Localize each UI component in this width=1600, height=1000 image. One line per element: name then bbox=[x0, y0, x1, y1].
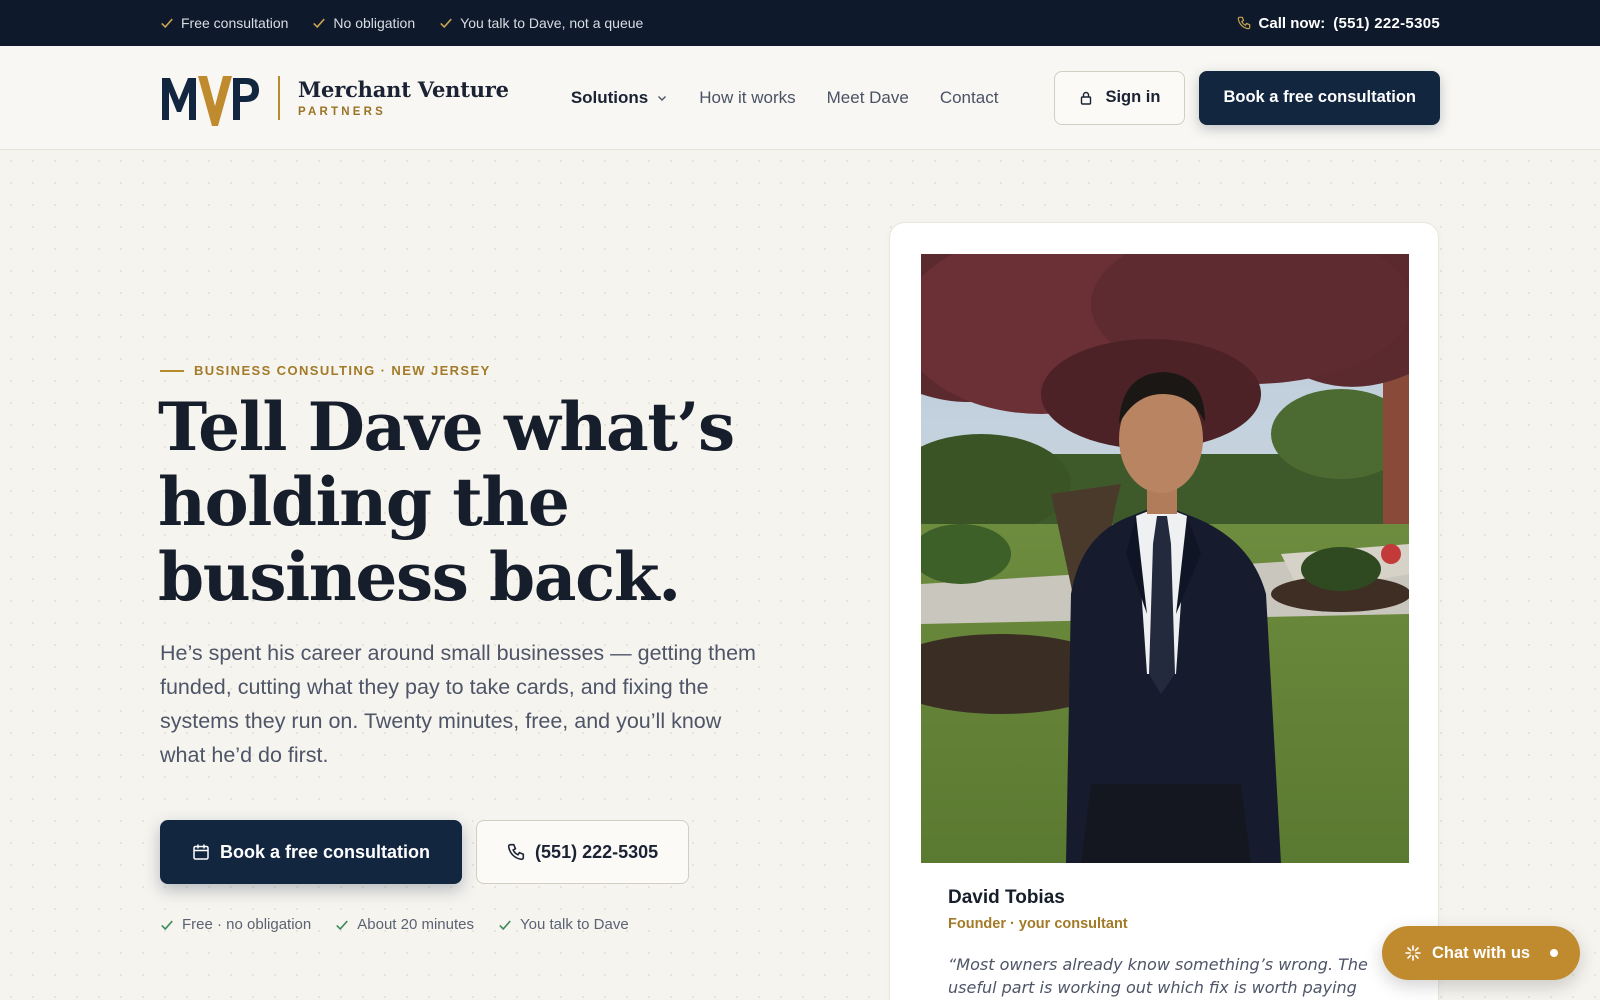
brand-sub: PARTNERS bbox=[298, 106, 387, 118]
founder-profile-card: David Tobias Founder · your consultant “… bbox=[889, 222, 1439, 1000]
logo-wordmark: Merchant Venture PARTNERS bbox=[298, 77, 509, 118]
chevron-down-icon bbox=[658, 95, 667, 101]
brand-logo[interactable]: Merchant Venture PARTNERS bbox=[160, 68, 509, 128]
phone-icon bbox=[1237, 16, 1250, 30]
call-phone-button[interactable]: (551) 222-5305 bbox=[476, 820, 690, 884]
logo-divider bbox=[278, 75, 280, 120]
founder-role: Founder · your consultant bbox=[948, 916, 1128, 932]
headline-line: Tell Dave what’s bbox=[158, 388, 735, 466]
nav-solutions[interactable]: Solutions bbox=[571, 88, 668, 108]
site-header: Merchant Venture PARTNERS Solutions How … bbox=[0, 46, 1600, 150]
call-now-number: (551) 222-5305 bbox=[1333, 14, 1440, 32]
sign-in-label: Sign in bbox=[1105, 88, 1161, 106]
founder-quote: “Most owners already know something’s wr… bbox=[948, 955, 1368, 997]
mvp-logomark-icon bbox=[162, 75, 259, 126]
hero-lede: He’s spent his career around small busin… bbox=[160, 641, 756, 767]
header-actions: Sign in Book a free consultation bbox=[1054, 70, 1440, 125]
perk-label: No obligation bbox=[333, 15, 416, 31]
check-icon bbox=[499, 920, 511, 930]
perk-item: You talk to Dave, not a queue bbox=[439, 15, 643, 31]
call-now-label: Call now: bbox=[1258, 14, 1326, 32]
reassurance-item: You talk to Dave bbox=[498, 916, 629, 933]
nav-contact[interactable]: Contact bbox=[940, 88, 999, 108]
book-consultation-header-button[interactable]: Book a free consultation bbox=[1199, 70, 1440, 125]
reassurance-label: About 20 minutes bbox=[357, 916, 474, 933]
main-nav: Solutions How it works Meet Dave Contact bbox=[571, 88, 999, 108]
brand-name: Merchant Venture bbox=[298, 77, 509, 102]
reassurance-list: Free · no obligation About 20 minutes Yo… bbox=[160, 916, 629, 933]
reassurance-label: You talk to Dave bbox=[520, 916, 629, 933]
calendar-icon bbox=[193, 844, 209, 860]
call-phone-label: (551) 222-5305 bbox=[535, 841, 659, 862]
perk-label: You talk to Dave, not a queue bbox=[460, 15, 644, 31]
founder-name: David Tobias bbox=[948, 887, 1065, 908]
perk-label: Free consultation bbox=[181, 15, 289, 31]
lock-icon bbox=[1081, 91, 1092, 105]
nav-meet-dave[interactable]: Meet Dave bbox=[827, 88, 909, 108]
sparkle-icon bbox=[1405, 945, 1421, 961]
book-consultation-label: Book a free consultation bbox=[220, 841, 431, 862]
top-utility-bar: Free consultation No obligation You talk… bbox=[0, 0, 1600, 46]
reassurance-item: About 20 minutes bbox=[335, 916, 474, 933]
hero-eyebrow: BUSINESS CONSULTING · NEW JERSEY bbox=[160, 363, 491, 378]
call-now-link[interactable]: Call now: (551) 222-5305 bbox=[1237, 15, 1440, 32]
eyebrow-rule bbox=[160, 369, 184, 372]
phone-icon bbox=[507, 843, 525, 861]
portrait-image bbox=[921, 254, 1409, 863]
check-icon bbox=[161, 920, 173, 930]
hero-section: BUSINESS CONSULTING · NEW JERSEY Tell Da… bbox=[0, 150, 1600, 1000]
check-icon bbox=[336, 920, 349, 930]
nav-how-it-works[interactable]: How it works bbox=[699, 88, 795, 108]
mvp-logo-mark bbox=[160, 68, 260, 128]
chat-label: Chat with us bbox=[1432, 943, 1531, 962]
chat-with-us-button[interactable]: Chat with us bbox=[1382, 926, 1580, 980]
perk-item: Free consultation bbox=[160, 15, 288, 31]
reassurance-label: Free · no obligation bbox=[182, 916, 312, 933]
check-icon bbox=[440, 18, 452, 29]
hero-cta-row: Book a free consultation (551) 222-5305 bbox=[160, 820, 690, 884]
online-status-dot bbox=[1550, 949, 1558, 957]
eyebrow-text: BUSINESS CONSULTING · NEW JERSEY bbox=[194, 363, 491, 378]
perk-item: No obligation bbox=[312, 15, 415, 31]
reassurance-item: Free · no obligation bbox=[160, 916, 311, 933]
check-icon bbox=[161, 18, 173, 29]
sign-in-button[interactable]: Sign in bbox=[1054, 70, 1186, 125]
headline-line: business back. bbox=[158, 538, 681, 616]
book-consultation-button[interactable]: Book a free consultation bbox=[160, 820, 463, 884]
perk-list: Free consultation No obligation You talk… bbox=[160, 15, 643, 31]
headline-line: holding the bbox=[158, 463, 570, 541]
hero-headline: Tell Dave what’s holding the business ba… bbox=[158, 390, 798, 615]
founder-photo bbox=[921, 254, 1409, 863]
check-icon bbox=[313, 18, 326, 29]
nav-solutions-label: Solutions bbox=[570, 87, 649, 107]
